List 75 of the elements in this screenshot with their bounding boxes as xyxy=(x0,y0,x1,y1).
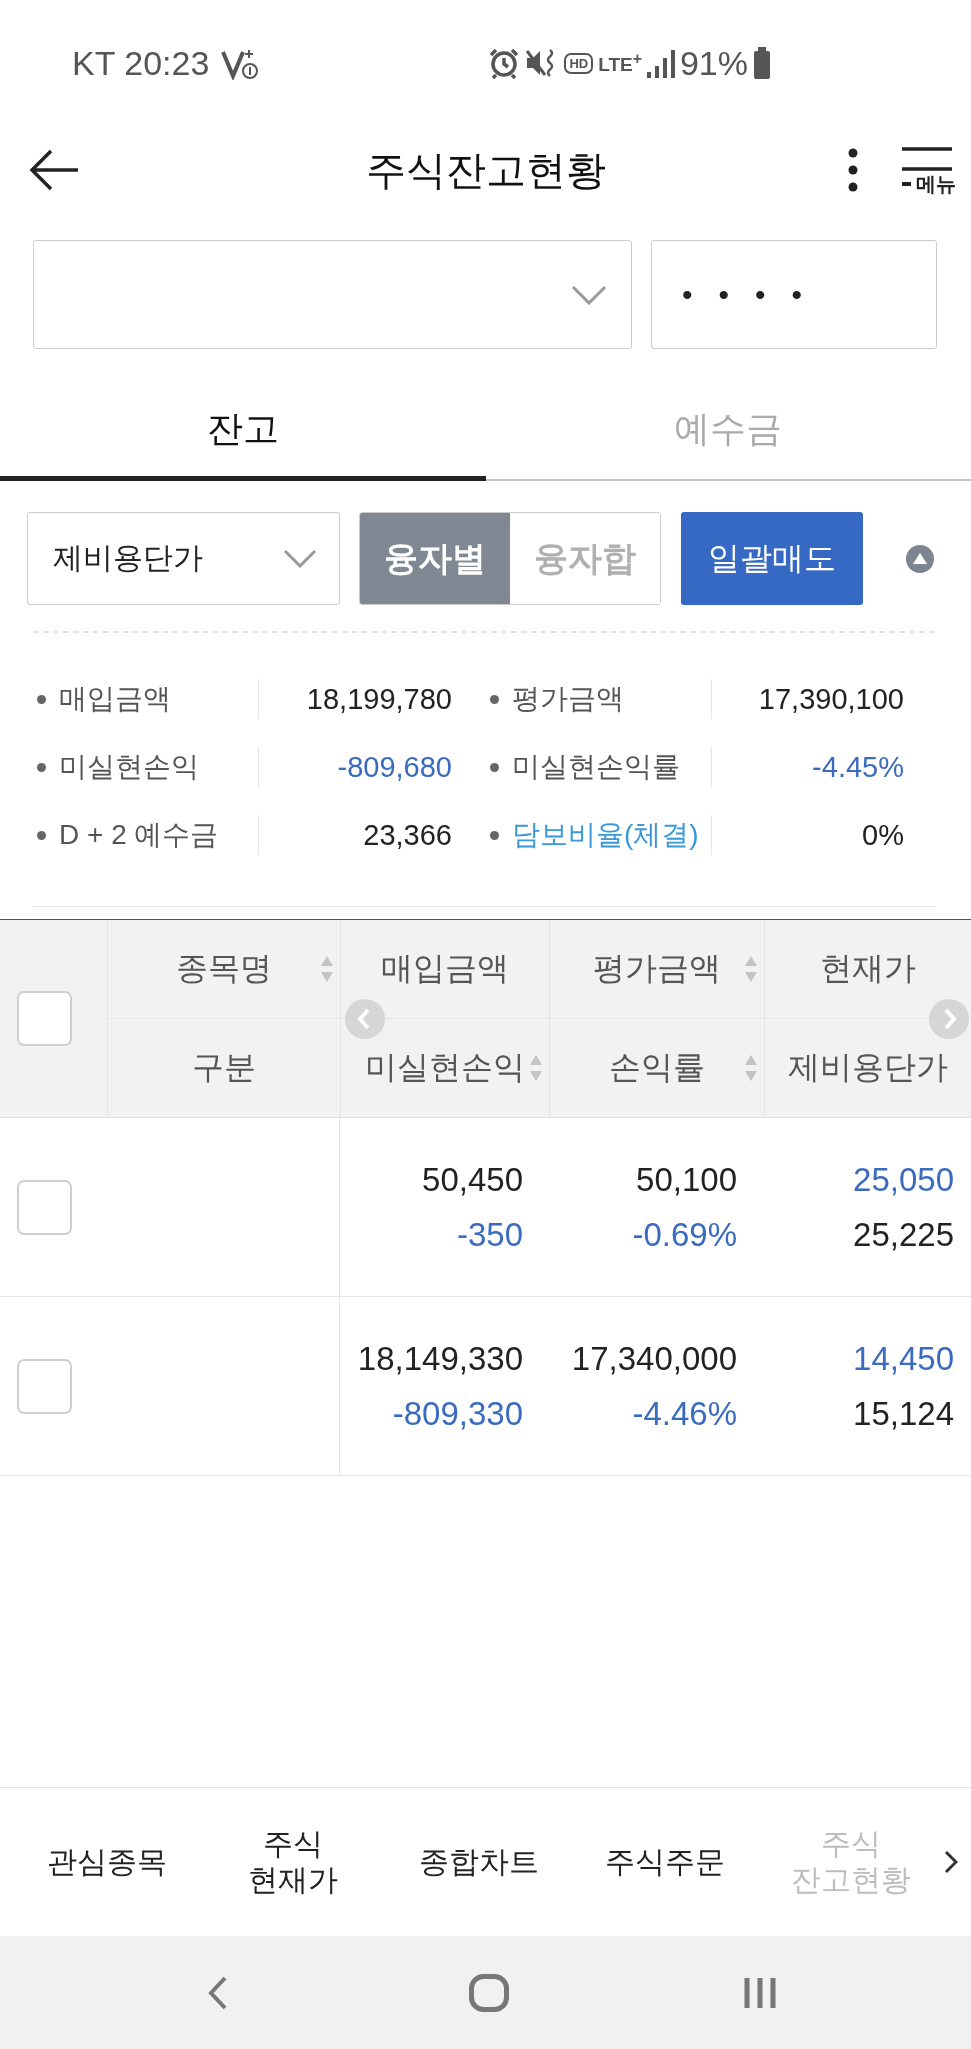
column-header[interactable]: 미실현손익 xyxy=(365,1046,525,1090)
column-header[interactable]: 손익률 xyxy=(609,1046,705,1090)
home-icon[interactable] xyxy=(468,1973,509,2012)
table-cell-text: 14,450 xyxy=(853,1339,954,1379)
table-cell-text: -350 xyxy=(456,1215,523,1255)
nav-item[interactable]: 주식 현재가 xyxy=(200,1826,386,1898)
alarm-clock-icon xyxy=(488,47,521,79)
menu-button[interactable]: 메뉴 xyxy=(902,146,956,194)
table-cell-text: 25,225 xyxy=(853,1215,954,1255)
back-icon[interactable] xyxy=(207,1975,228,2010)
bullet-icon xyxy=(490,830,499,840)
table-cell-text: 25,050 xyxy=(853,1160,954,1200)
summary-label: D + 2 예수금 xyxy=(59,818,219,852)
price-basis-select[interactable]: 제비용단가 xyxy=(27,512,340,605)
nav-item[interactable]: 주식주문 xyxy=(572,1844,758,1880)
dash-icon xyxy=(902,181,911,186)
password-field[interactable]: •••• xyxy=(651,240,937,349)
checkbox[interactable] xyxy=(17,991,72,1046)
sort-icon[interactable] xyxy=(529,1053,543,1083)
summary-value: -4.45% xyxy=(812,750,904,784)
bullet-icon xyxy=(37,694,46,704)
summary-value: -809,680 xyxy=(337,750,452,784)
sort-icon[interactable] xyxy=(744,954,758,984)
column-header[interactable]: 종목명 xyxy=(176,947,272,991)
table-cell-text: -4.46% xyxy=(632,1394,737,1434)
hamburger-lines-icon xyxy=(902,146,952,172)
segment-option[interactable]: 융자별 xyxy=(360,513,510,604)
tab[interactable]: 잔고 xyxy=(0,379,486,481)
chevron-left-icon[interactable] xyxy=(345,999,385,1039)
table-cell-text: 15,124 xyxy=(853,1394,954,1434)
summary-label: 평가금액 xyxy=(512,682,624,716)
triangle-up-icon[interactable] xyxy=(906,544,934,573)
column-header: 매입금액 xyxy=(381,949,509,988)
battery-percent: 91% xyxy=(679,43,748,83)
checkbox[interactable] xyxy=(17,1179,72,1235)
table-cell-text: -0.69% xyxy=(632,1215,737,1255)
chevron-down-icon xyxy=(283,549,317,568)
checkbox[interactable] xyxy=(17,1358,72,1414)
column-header[interactable]: 평가금액 xyxy=(593,947,721,991)
table-cell-text: 50,450 xyxy=(422,1160,523,1200)
column-header: 현재가 xyxy=(820,949,916,988)
summary-label: 미실현손익률 xyxy=(512,750,680,784)
summary-value: 0% xyxy=(862,818,904,852)
sort-icon[interactable] xyxy=(320,954,334,984)
column-header: 구분 xyxy=(192,1048,256,1087)
bullet-icon xyxy=(37,830,46,840)
summary-value: 17,390,100 xyxy=(758,682,904,716)
nav-item[interactable]: 종합차트 xyxy=(386,1844,572,1880)
bullet-icon xyxy=(490,762,499,772)
page-title: 주식잔고현황 xyxy=(365,146,606,194)
bullet-icon xyxy=(490,694,499,704)
network-indicator: LTE$^{+}$ xyxy=(598,51,642,75)
hd-indicator: HD xyxy=(564,52,594,74)
bulk-sell-button[interactable]: 일괄매도 xyxy=(681,512,863,605)
chevron-down-icon xyxy=(571,284,607,305)
chevron-right-icon[interactable] xyxy=(944,1850,958,1874)
table-cell-text: -809,330 xyxy=(392,1394,523,1434)
recent-apps-icon[interactable] xyxy=(743,1975,776,2010)
status-time: KT 20:23 xyxy=(72,43,210,83)
summary-label: 매입금액 xyxy=(59,682,171,716)
table-cell-text: 18,149,330 xyxy=(357,1339,523,1379)
summary-value: 18,199,780 xyxy=(306,682,452,716)
bullet-icon xyxy=(37,762,46,772)
summary-value: 23,366 xyxy=(363,818,452,852)
summary-label: 미실현손익 xyxy=(59,750,199,784)
account-select[interactable] xyxy=(33,240,632,349)
kebab-menu-icon[interactable] xyxy=(848,148,858,192)
battery-icon xyxy=(753,47,771,79)
table-cell-text: 17,340,000 xyxy=(571,1339,737,1379)
sort-icon[interactable] xyxy=(744,1053,758,1083)
back-arrow-icon[interactable] xyxy=(29,149,79,191)
nav-item[interactable]: 관심종목 xyxy=(14,1844,200,1880)
signal-icon xyxy=(646,48,675,78)
column-header: 제비용단가 xyxy=(788,1048,948,1087)
table-cell-text: 50,100 xyxy=(636,1160,737,1200)
